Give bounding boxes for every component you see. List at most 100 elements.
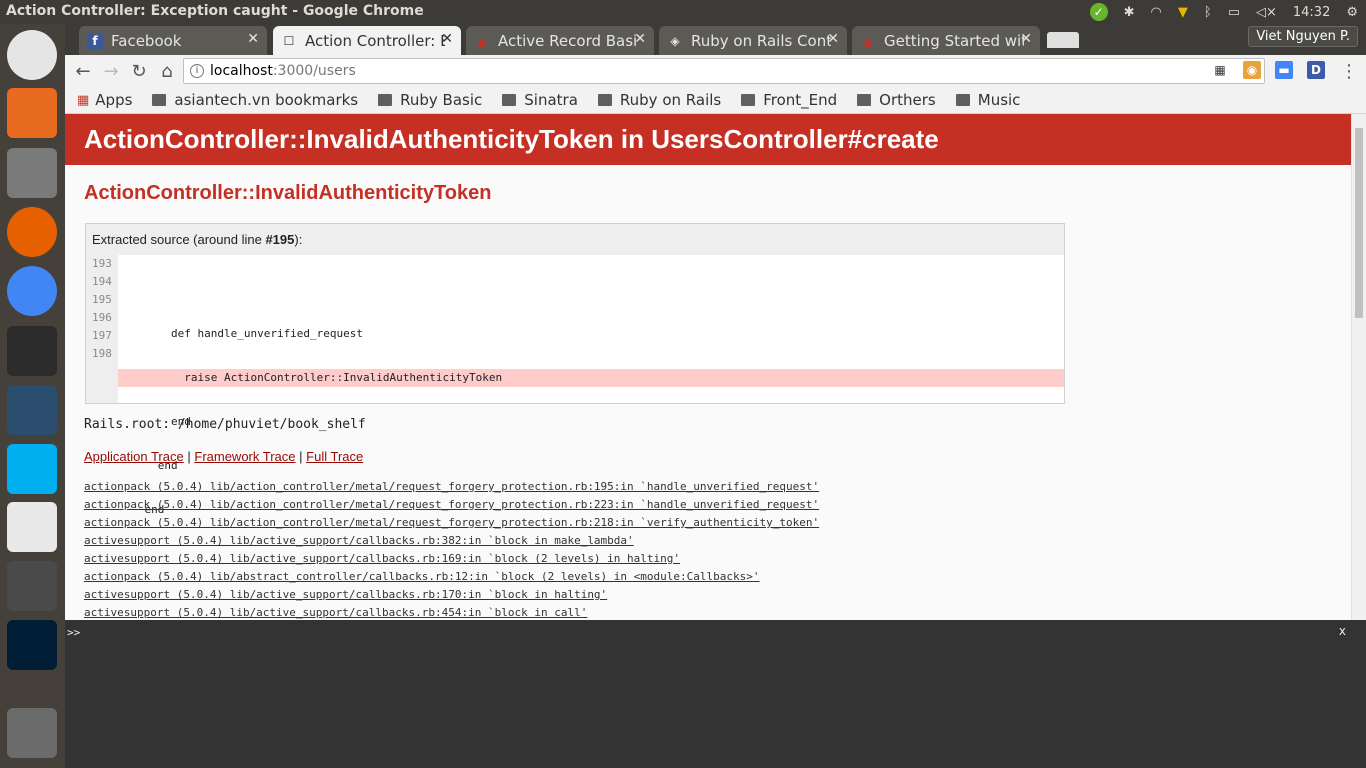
clock[interactable]: 14:32 — [1293, 5, 1330, 20]
rails-icon: ▲ — [477, 33, 487, 48]
bluetooth-icon[interactable]: ᛒ — [1204, 5, 1212, 20]
sublime-text-icon[interactable] — [7, 561, 57, 611]
tab-label: Action Controller: E — [305, 31, 445, 50]
trace-line[interactable]: activesupport (5.0.4) lib/active_support… — [84, 550, 819, 568]
extension-icon[interactable]: ◉ — [1243, 61, 1261, 79]
bookmark-folder[interactable]: asiantech.vn bookmarks — [152, 91, 358, 109]
close-tab-icon[interactable]: ✕ — [634, 31, 646, 47]
page-scrollbar[interactable] — [1351, 114, 1366, 620]
web-console[interactable]: >> x — [65, 620, 1366, 768]
close-tab-icon[interactable]: ✕ — [247, 31, 259, 47]
bookmark-folder[interactable]: Ruby on Rails — [597, 91, 721, 109]
tab-label: Active Record Basic — [498, 31, 638, 50]
separator: | — [299, 449, 303, 464]
mysql-workbench-icon[interactable] — [7, 385, 57, 435]
trace-line[interactable]: actionpack (5.0.4) lib/action_controller… — [84, 478, 819, 496]
trace-list: actionpack (5.0.4) lib/action_controller… — [84, 478, 819, 620]
exception-name: ActionController::InvalidAuthenticityTok… — [84, 182, 492, 204]
page-content: ActionController::InvalidAuthenticityTok… — [65, 114, 1351, 620]
photoshop-icon[interactable] — [7, 620, 57, 670]
apps-grid-icon: ▦ — [77, 92, 90, 108]
tab-facebook[interactable]: f Facebook ✕ — [79, 26, 267, 55]
line-number: 195 — [92, 293, 112, 306]
code-line: def handle_unverified_request — [118, 327, 364, 340]
new-tab-button[interactable] — [1047, 32, 1079, 48]
trash-icon[interactable] — [7, 708, 57, 758]
profile-button[interactable]: Viet Nguyen P. — [1248, 26, 1358, 47]
tab-getting-started[interactable]: ▲ Getting Started wit ✕ — [852, 26, 1040, 55]
tab-action-controller[interactable]: ☐ Action Controller: E ✕ — [273, 26, 461, 55]
files-icon[interactable] — [7, 148, 57, 198]
wifi-icon[interactable]: ◠ — [1151, 5, 1162, 20]
trace-links: Application Trace | Framework Trace | Fu… — [84, 449, 363, 464]
extension-window-icon[interactable]: ▬ — [1275, 61, 1293, 79]
bookmark-folder[interactable]: Sinatra — [502, 91, 578, 109]
close-tab-icon[interactable]: ✕ — [441, 31, 453, 47]
bookmarks-bar: ▦ Apps asiantech.vn bookmarks Ruby Basic … — [65, 87, 1366, 114]
skype-icon[interactable] — [7, 444, 57, 494]
trace-line[interactable]: actionpack (5.0.4) lib/action_controller… — [84, 514, 819, 532]
error-banner: ActionController::InvalidAuthenticityTok… — [65, 114, 1351, 165]
bookmark-folder[interactable]: Music — [955, 91, 1020, 109]
info-icon[interactable]: i — [190, 64, 204, 78]
trace-line[interactable]: actionpack (5.0.4) lib/action_controller… — [84, 496, 819, 514]
update-icon[interactable]: ✓ — [1089, 3, 1108, 21]
vpn-icon[interactable]: ▼ — [1178, 5, 1188, 20]
line-number: 194 — [92, 275, 112, 288]
line-number: 196 — [92, 311, 112, 324]
tab-active-record[interactable]: ▲ Active Record Basic ✕ — [466, 26, 654, 55]
close-tab-icon[interactable]: ✕ — [1020, 31, 1032, 47]
folder-icon — [857, 94, 872, 106]
rails-guides-icon: ◈ — [670, 33, 680, 48]
settings-gear-icon[interactable]: ✱ — [1124, 5, 1135, 20]
rails-root: Rails.root: /home/phuviet/book_shelf — [84, 417, 366, 432]
line-number: 198 — [92, 347, 112, 360]
folder-icon — [152, 94, 167, 106]
slack-icon[interactable] — [7, 502, 57, 552]
system-tray: ✓ ✱ ◠ ▼ ᛒ ▭ ◁× 14:32 ⚙ — [1082, 0, 1366, 24]
terminal-icon[interactable] — [7, 326, 57, 376]
forward-arrow-icon[interactable]: → — [99, 59, 123, 83]
tab-strip: f Facebook ✕ ☐ Action Controller: E ✕ ▲ … — [65, 24, 1366, 55]
facebook-icon: f — [87, 32, 103, 49]
trace-line[interactable]: actionpack (5.0.4) lib/abstract_controll… — [84, 568, 819, 586]
qr-code-icon[interactable]: ▦ — [1211, 61, 1229, 79]
console-prompt[interactable]: >> — [67, 626, 80, 639]
framework-trace-link[interactable]: Framework Trace — [194, 449, 295, 464]
bookmark-folder[interactable]: Front_End — [741, 91, 837, 109]
folder-icon — [741, 94, 756, 106]
application-trace-link[interactable]: Application Trace — [84, 449, 184, 464]
close-tab-icon[interactable]: ✕ — [827, 31, 839, 47]
tab-label: Facebook — [111, 31, 182, 50]
console-close-icon[interactable]: x — [1339, 624, 1346, 638]
power-gear-icon[interactable]: ⚙ — [1346, 5, 1358, 20]
trace-line[interactable]: activesupport (5.0.4) lib/active_support… — [84, 604, 819, 620]
url-path: :3000/users — [272, 63, 356, 79]
bookmark-apps[interactable]: ▦ Apps — [77, 91, 132, 109]
code-line-highlighted: raise ActionController::InvalidAuthentic… — [118, 369, 1064, 387]
bookmark-folder[interactable]: Orthers — [857, 91, 936, 109]
back-arrow-icon[interactable]: ← — [71, 59, 95, 83]
home-icon[interactable]: ⌂ — [155, 59, 179, 83]
firefox-icon[interactable] — [7, 207, 57, 257]
battery-icon[interactable]: ▭ — [1228, 5, 1240, 20]
menu-dots-icon[interactable]: ⋮ — [1337, 59, 1361, 83]
tab-ruby-on-rails-controller[interactable]: ◈ Ruby on Rails Contr ✕ — [659, 26, 847, 55]
volume-icon[interactable]: ◁× — [1256, 5, 1277, 20]
source-body: 193 194 195 196 197 198 def handle_unver… — [86, 255, 1064, 516]
trace-line[interactable]: activesupport (5.0.4) lib/active_support… — [84, 532, 819, 550]
full-trace-link[interactable]: Full Trace — [306, 449, 363, 464]
extension-d-icon[interactable]: D — [1307, 61, 1325, 79]
folder-icon — [502, 94, 517, 106]
trace-line[interactable]: activesupport (5.0.4) lib/active_support… — [84, 586, 819, 604]
software-center-icon[interactable] — [7, 88, 57, 138]
scrollbar-thumb[interactable] — [1355, 128, 1363, 318]
folder-icon — [378, 94, 393, 106]
source-header: Extracted source (around line #195): — [92, 232, 303, 247]
chrome-icon[interactable] — [7, 266, 57, 316]
reload-icon[interactable]: ↻ — [127, 59, 151, 83]
bookmark-folder[interactable]: Ruby Basic — [378, 91, 482, 109]
address-bar[interactable]: i localhost:3000/users ☆ — [183, 58, 1265, 84]
ubuntu-dash-icon[interactable] — [7, 30, 57, 80]
